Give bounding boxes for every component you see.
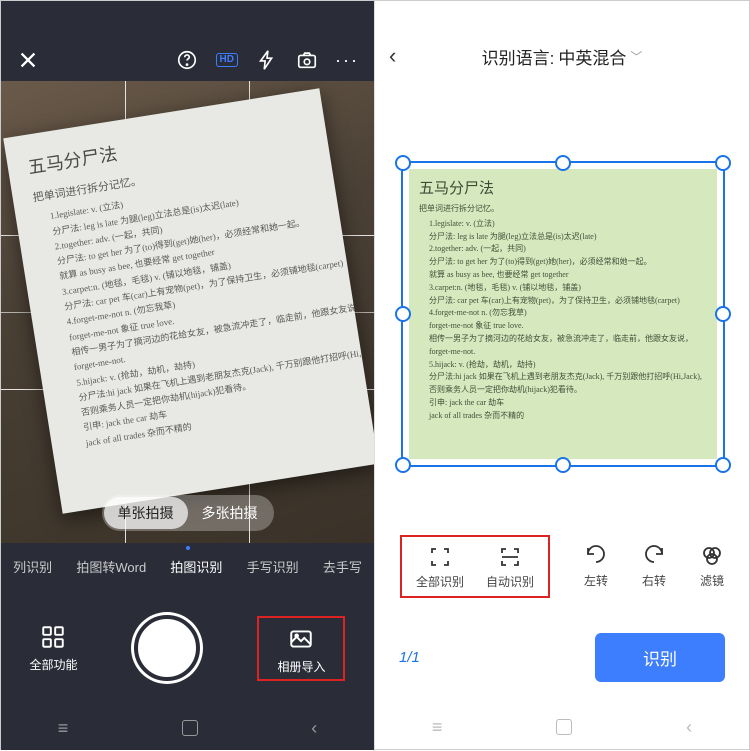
- crop-frame[interactable]: 五马分尸法 把单词进行拆分记忆。 1.legislate: v. (立法)分尸法…: [401, 161, 725, 467]
- nav-home-icon[interactable]: [182, 720, 198, 736]
- import-from-album-button[interactable]: 相册导入: [257, 616, 345, 681]
- crop-handle[interactable]: [555, 457, 571, 473]
- tab-2[interactable]: 拍图识别: [170, 557, 222, 576]
- more-icon[interactable]: ···: [336, 49, 358, 71]
- back-icon[interactable]: ‹: [389, 43, 417, 69]
- all-functions-button[interactable]: 全部功能: [29, 624, 77, 673]
- system-navbar-right: ≡ ‹: [375, 705, 749, 749]
- nav-back-icon[interactable]: ‹: [686, 717, 692, 738]
- tab-4[interactable]: 去手写: [323, 557, 362, 576]
- chevron-down-icon: ﹀: [630, 48, 642, 65]
- crop-handle[interactable]: [395, 306, 411, 322]
- mode-single[interactable]: 单张拍摄: [104, 497, 188, 529]
- page-count: 1/1: [399, 649, 420, 666]
- tab-3[interactable]: 手写识别: [247, 557, 299, 576]
- recognize-all-button[interactable]: 全部识别: [416, 545, 464, 590]
- shutter-button[interactable]: [134, 615, 200, 681]
- crop-handle[interactable]: [555, 155, 571, 171]
- nav-menu-icon[interactable]: ≡: [432, 717, 443, 738]
- recognize-button[interactable]: 识别: [595, 633, 725, 682]
- nav-back-icon[interactable]: ‹: [311, 718, 317, 739]
- shot-mode-toggle[interactable]: 单张拍摄 多张拍摄: [102, 495, 274, 531]
- crop-handle[interactable]: [395, 155, 411, 171]
- crop-handle[interactable]: [715, 306, 731, 322]
- rotate-right-button[interactable]: 右转: [642, 544, 666, 589]
- recognize-auto-button[interactable]: 自动识别: [486, 545, 534, 590]
- crop-handle[interactable]: [715, 155, 731, 171]
- nav-menu-icon[interactable]: ≡: [58, 718, 69, 739]
- crop-area: 五马分尸法 把单词进行拆分记忆。 1.legislate: v. (立法)分尸法…: [375, 81, 749, 523]
- close-icon[interactable]: [17, 49, 39, 71]
- crop-handle[interactable]: [715, 457, 731, 473]
- flash-icon[interactable]: [256, 49, 278, 71]
- scanned-page: 五马分尸法 把单词进行拆分记忆。 1.legislate: v. (立法)分尸法…: [409, 169, 717, 459]
- paper-preview: 五马分尸法 把单词进行拆分记忆。 1.legislate: v. (立法)分尸法…: [3, 88, 374, 513]
- language-selector[interactable]: 识别语言: 中英混合 ﹀: [427, 44, 697, 69]
- filter-button[interactable]: 滤镜: [700, 544, 724, 589]
- help-icon[interactable]: [176, 49, 198, 71]
- mode-tabs: 列识别 拍图转Word 拍图识别 手写识别 去手写: [1, 543, 374, 590]
- tab-0[interactable]: 列识别: [13, 557, 52, 576]
- nav-home-icon[interactable]: [556, 719, 572, 735]
- camera-viewfinder: 五马分尸法 把单词进行拆分记忆。 1.legislate: v. (立法)分尸法…: [1, 81, 374, 543]
- rotate-left-button[interactable]: 左转: [584, 544, 608, 589]
- tab-1[interactable]: 拍图转Word: [76, 557, 146, 576]
- hd-badge[interactable]: HD: [216, 53, 238, 67]
- crop-handle[interactable]: [395, 457, 411, 473]
- system-navbar-left: ≡ ‹: [1, 706, 374, 750]
- mode-multi[interactable]: 多张拍摄: [188, 497, 272, 529]
- switch-camera-icon[interactable]: [296, 49, 318, 71]
